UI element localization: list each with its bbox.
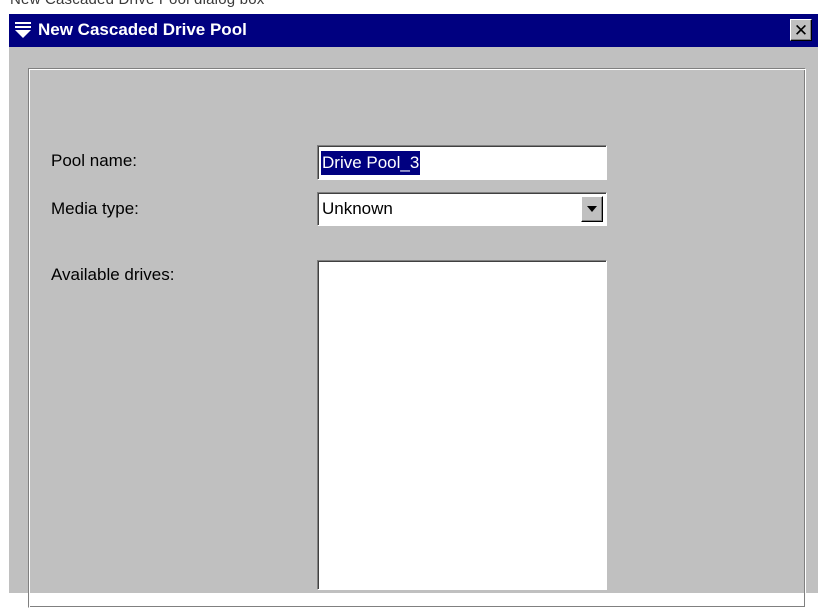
media-type-dropdown-button[interactable] (581, 196, 603, 222)
pool-name-value: Drive Pool_3 (321, 151, 421, 175)
available-drives-label: Available drives: (51, 265, 175, 284)
media-type-value: Unknown (322, 199, 393, 218)
media-type-select[interactable]: Unknown (317, 192, 607, 226)
available-drives-list[interactable] (317, 260, 607, 590)
dialog-title: New Cascaded Drive Pool (38, 20, 247, 39)
media-type-label: Media type: (51, 199, 139, 218)
caption-text: New Cascaded Drive Pool dialog box (10, 0, 264, 8)
title-bar: New Cascaded Drive Pool ✕ (9, 14, 818, 47)
figure-caption: New Cascaded Drive Pool dialog box (0, 0, 818, 14)
dropdown-triangle-icon[interactable] (15, 21, 31, 39)
pool-name-input[interactable]: Drive Pool_3 (317, 145, 607, 180)
close-button[interactable]: ✕ (790, 19, 812, 41)
chevron-down-icon (587, 206, 597, 212)
new-cascaded-drive-pool-dialog: New Cascaded Drive Pool ✕ Pool name: Dri… (9, 14, 818, 608)
pool-name-label: Pool name: (51, 151, 137, 170)
close-icon: ✕ (793, 20, 809, 40)
